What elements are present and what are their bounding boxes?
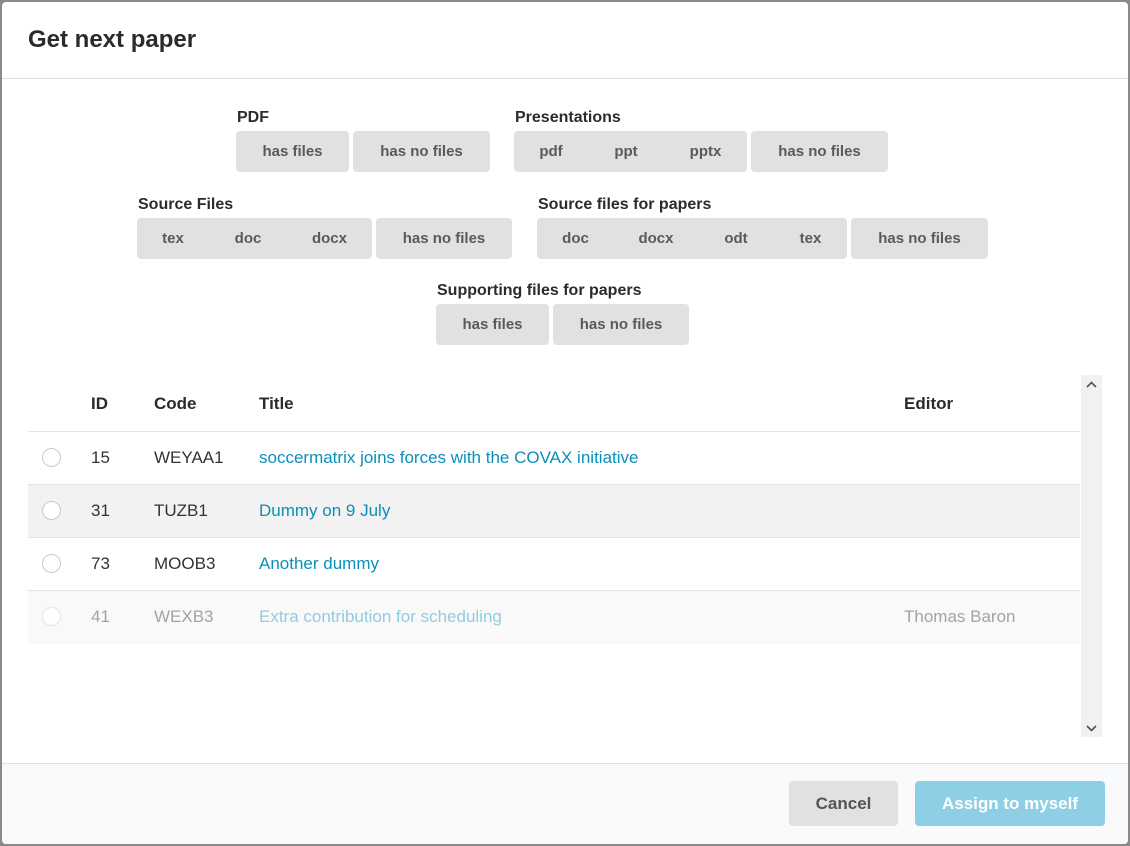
row-title-link[interactable]: Dummy on 9 July [259,501,390,521]
filter-presentations-label: Presentations [515,109,621,126]
dialog-body: PDF has files has no files Presentations… [2,79,1128,763]
filter-source-files-papers-has-no-files-button[interactable]: has no files [851,218,988,259]
filter-presentations-pptx-button[interactable]: pptx [664,131,747,172]
filter-presentations-pdf-button[interactable]: pdf [514,131,588,172]
filter-presentations-options: pdf ppt pptx [514,131,747,172]
dialog-header: Get next paper [2,2,1128,79]
filter-source-files: Source Files tex doc docx has no files [137,194,512,259]
table-scrollbar[interactable] [1081,375,1102,737]
filter-supporting-files-label: Supporting files for papers [437,282,642,299]
filter-presentations-ppt-button[interactable]: ppt [588,131,664,172]
filter-pdf: PDF has files has no files [236,107,490,172]
row-select-radio[interactable] [42,501,61,520]
filter-source-files-papers-options: doc docx odt tex [537,218,847,259]
filter-supporting-files-none: has no files [553,304,689,345]
filter-source-files-papers-tex-button[interactable]: tex [774,218,847,259]
filter-supporting-files-has-no-files-button[interactable]: has no files [553,304,689,345]
filter-pdf-label: PDF [237,109,269,126]
filter-presentations: Presentations pdf ppt pptx has no files [514,107,888,172]
scroll-down-icon[interactable] [1081,719,1102,737]
row-title-link[interactable]: soccermatrix joins forces with the COVAX… [259,448,638,468]
cancel-button[interactable]: Cancel [789,781,898,826]
table-header: ID Code Title Editor [28,375,1080,432]
row-select-radio [42,607,61,626]
filter-pdf-has-no-files-button[interactable]: has no files [353,131,490,172]
column-header-editor[interactable]: Editor [904,394,953,414]
filter-source-files-tex-button[interactable]: tex [137,218,209,259]
row-code: WEYAA1 [154,448,224,467]
filter-source-files-options: tex doc docx [137,218,372,259]
filter-source-files-papers-odt-button[interactable]: odt [698,218,774,259]
filter-presentations-has-no-files-button[interactable]: has no files [751,131,888,172]
row-id: 41 [91,607,110,626]
dialog-title: Get next paper [28,26,197,53]
row-editor: Thomas Baron [904,607,1016,626]
filter-source-files-papers-docx-button[interactable]: docx [614,218,698,259]
column-header-code[interactable]: Code [154,394,197,414]
filter-pdf-options: has files [236,131,349,172]
row-select-radio[interactable] [42,448,61,467]
filter-source-files-papers-none: has no files [851,218,988,259]
filter-source-files-doc-button[interactable]: doc [209,218,287,259]
table-row[interactable]: 31 TUZB1 Dummy on 9 July [28,485,1080,538]
scroll-up-icon[interactable] [1081,375,1102,393]
row-title-link[interactable]: Another dummy [259,554,379,574]
filter-source-files-label: Source Files [138,196,234,213]
row-id: 31 [91,501,110,520]
table-row-disabled: 41 WEXB3 Extra contribution for scheduli… [28,591,1080,644]
filter-supporting-files-options: has files [436,304,549,345]
column-header-id[interactable]: ID [91,394,108,414]
filter-source-files-docx-button[interactable]: docx [287,218,372,259]
filter-pdf-has-files-button[interactable]: has files [236,131,349,172]
filter-source-files-has-no-files-button[interactable]: has no files [376,218,512,259]
filter-source-files-papers-doc-button[interactable]: doc [537,218,614,259]
filter-pdf-none: has no files [353,131,490,172]
assign-to-myself-button[interactable]: Assign to myself [915,781,1105,826]
filter-source-files-papers-label: Source files for papers [538,196,712,213]
row-code: TUZB1 [154,501,208,520]
filter-source-files-none: has no files [376,218,512,259]
column-header-title[interactable]: Title [259,394,294,414]
dialog-footer: Cancel Assign to myself [2,763,1128,844]
filter-source-files-papers: Source files for papers doc docx odt tex… [537,194,988,259]
row-code: MOOB3 [154,554,216,573]
filter-supporting-files: Supporting files for papers has files ha… [436,280,689,345]
row-code: WEXB3 [154,607,214,626]
get-next-paper-dialog: Get next paper PDF has files has no file… [2,2,1128,844]
filter-supporting-files-has-files-button[interactable]: has files [436,304,549,345]
table-row[interactable]: 73 MOOB3 Another dummy [28,538,1080,591]
table-row[interactable]: 15 WEYAA1 soccermatrix joins forces with… [28,432,1080,485]
row-title-link: Extra contribution for scheduling [259,607,502,626]
row-id: 15 [91,448,110,467]
row-select-radio[interactable] [42,554,61,573]
row-id: 73 [91,554,110,573]
filter-presentations-none: has no files [751,131,888,172]
papers-table: ID Code Title Editor 15 WEYAA1 soccermat… [28,375,1102,737]
